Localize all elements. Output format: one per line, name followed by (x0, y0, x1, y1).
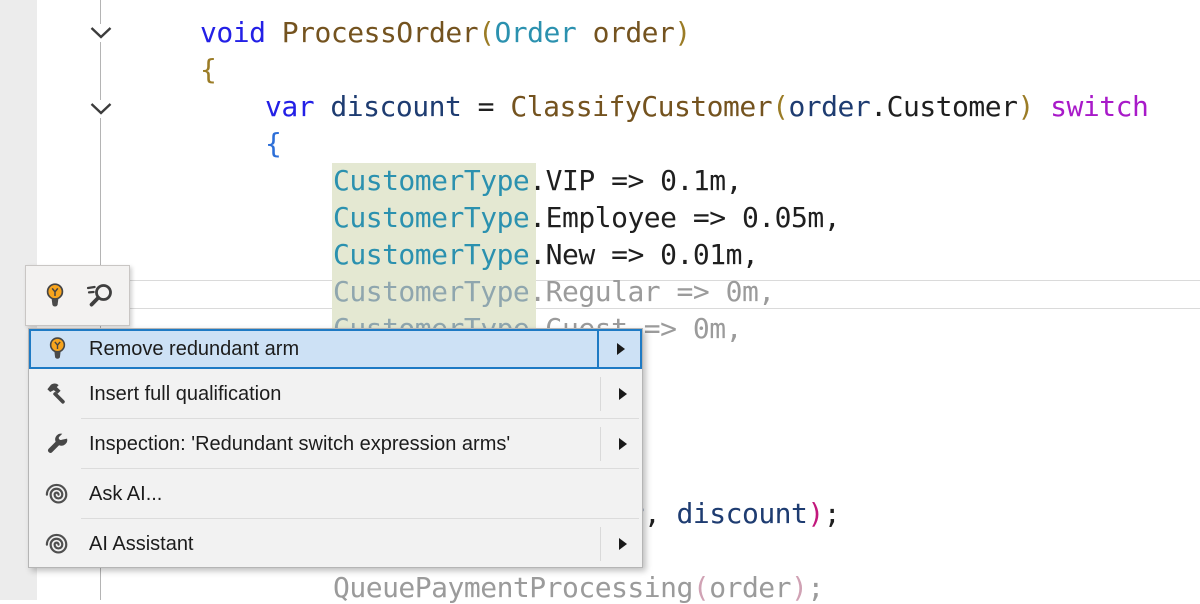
lightbulb-icon[interactable] (40, 281, 70, 311)
code-line: var discount = ClassifyCustomer(order.Cu… (265, 93, 1148, 121)
code-token: ProcessOrder (282, 16, 478, 49)
code-token: ) (807, 497, 823, 530)
lightbulb-widget[interactable] (25, 265, 130, 326)
submenu-divider (600, 527, 601, 561)
submenu-divider (600, 427, 601, 461)
submenu-divider (600, 377, 601, 411)
submenu-divider (597, 331, 599, 367)
code-token: .VIP => 0.1m, (529, 164, 742, 197)
code-token: discount (314, 90, 461, 123)
code-token: .Employee => 0.05m, (529, 201, 840, 234)
ai-spiral-icon (44, 480, 71, 508)
code-token: ClassifyCustomer (510, 90, 772, 123)
search-actions-icon[interactable] (85, 281, 115, 311)
code-token: ( (693, 571, 709, 604)
code-token: order (576, 16, 674, 49)
code-token: Order (494, 16, 576, 49)
lightbulb-icon (44, 335, 71, 363)
code-token: CustomerType (333, 201, 529, 234)
code-token: switch (1034, 90, 1149, 123)
code-line: CustomerType.New => 0.01m, (333, 241, 758, 269)
submenu-arrow-icon (619, 388, 627, 400)
menu-item-insert-full-qualification[interactable]: Insert full qualification (29, 369, 642, 419)
code-line: void ProcessOrder(Order order) (200, 19, 691, 47)
code-token: ; (807, 571, 823, 604)
menu-item-label: Ask AI... (89, 483, 162, 506)
code-line: QueuePaymentProcessing(order); (333, 574, 824, 602)
code-token: { (265, 127, 281, 160)
code-token: ) (791, 571, 807, 604)
code-token: order (709, 571, 791, 604)
menu-item-ai-assistant[interactable]: AI Assistant (29, 519, 642, 569)
ai-spiral-icon (44, 530, 71, 558)
code-token: QueuePaymentProcessing (333, 571, 693, 604)
hammer-icon (44, 380, 71, 408)
code-line: { (200, 56, 216, 84)
submenu-arrow-icon (619, 438, 627, 450)
code-token: ( (772, 90, 788, 123)
code-token (265, 16, 281, 49)
submenu-arrow-icon (619, 538, 627, 550)
code-line: { (265, 130, 281, 158)
menu-item-label: Insert full qualification (89, 383, 281, 406)
submenu-arrow-icon (617, 343, 625, 355)
code-token: { (200, 53, 216, 86)
code-token: = (461, 90, 510, 123)
code-token: ( (478, 16, 494, 49)
code-token: order (788, 90, 870, 123)
intention-actions-menu: Remove redundant arm Insert full qualific… (28, 328, 643, 568)
code-token: var (265, 90, 314, 123)
code-token: discount (677, 497, 808, 530)
code-token: ) (674, 16, 690, 49)
code-token: , (644, 497, 677, 530)
menu-item-label: AI Assistant (89, 533, 194, 556)
wrench-icon (44, 430, 71, 458)
menu-item-label: Remove redundant arm (89, 338, 299, 361)
code-line: CustomerType.Employee => 0.05m, (333, 204, 840, 232)
code-token: CustomerType (333, 275, 529, 308)
code-line: CustomerType.VIP => 0.1m, (333, 167, 742, 195)
menu-item-remove-redundant-arm[interactable]: Remove redundant arm (29, 329, 642, 369)
code-token: CustomerType (333, 164, 529, 197)
code-token: .New => 0.01m, (529, 238, 758, 271)
menu-item-ask-ai[interactable]: Ask AI... (29, 469, 642, 519)
code-token: void (200, 16, 265, 49)
code-token: CustomerType (333, 238, 529, 271)
menu-item-inspection-redundant-switch-arms[interactable]: Inspection: 'Redundant switch expression… (29, 419, 642, 469)
code-line: CustomerType.Regular => 0m, (333, 278, 775, 306)
code-token: .Customer (870, 90, 1017, 123)
code-token: .Regular => 0m, (529, 275, 774, 308)
code-token: ; (824, 497, 840, 530)
code-token: ) (1017, 90, 1033, 123)
menu-item-label: Inspection: 'Redundant switch expression… (89, 433, 510, 456)
